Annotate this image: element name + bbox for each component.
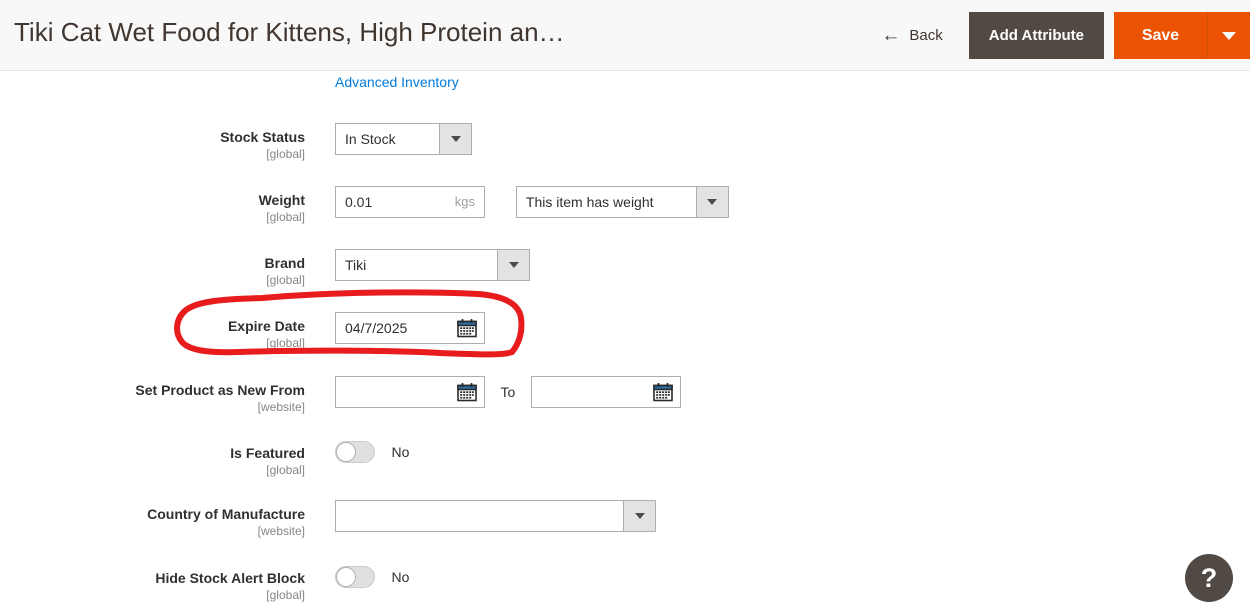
- help-button[interactable]: ?: [1185, 554, 1233, 602]
- field-scope-country-of-manufacture: [website]: [257, 524, 305, 538]
- new-from-date-input-group: [335, 376, 485, 408]
- arrow-left-icon: ←: [881, 25, 901, 46]
- country-of-manufacture-select[interactable]: [335, 500, 656, 532]
- stock-status-value: In Stock: [345, 131, 396, 147]
- brand-value: Tiki: [345, 257, 367, 273]
- back-button-label: Back: [909, 27, 943, 44]
- field-label-brand: Brand: [264, 255, 305, 271]
- brand-select[interactable]: Tiki: [335, 249, 530, 281]
- country-of-manufacture-value: [336, 501, 623, 531]
- weight-input[interactable]: [335, 186, 485, 218]
- save-dropdown-toggle[interactable]: [1208, 12, 1250, 59]
- hide-stock-alert-block-toggle-value: No: [391, 569, 410, 585]
- is-featured-toggle[interactable]: [335, 441, 375, 463]
- add-attribute-button[interactable]: Add Attribute: [968, 12, 1104, 59]
- field-label-is-featured: Is Featured: [230, 445, 305, 461]
- field-label-weight: Weight: [258, 192, 305, 208]
- stock-status-select[interactable]: In Stock: [335, 123, 472, 155]
- new-to-date-input-group: [530, 376, 681, 408]
- chevron-down-icon: [634, 513, 645, 519]
- weight-input-group: kgs: [335, 186, 485, 218]
- calendar-icon[interactable]: [457, 382, 477, 402]
- weight-type-value: This item has weight: [525, 194, 654, 210]
- field-scope-is-featured: [global]: [266, 463, 305, 477]
- calendar-icon[interactable]: [652, 382, 673, 402]
- weight-type-dropdown-toggle[interactable]: [695, 187, 728, 217]
- advanced-inventory-link[interactable]: Advanced Inventory: [335, 74, 459, 90]
- page-header: Tiki Cat Wet Food for Kittens, High Prot…: [0, 0, 1250, 71]
- calendar-icon[interactable]: [457, 318, 477, 338]
- product-attributes-form: Advanced Inventory Stock Status [global]…: [0, 71, 1250, 612]
- field-scope-weight: [global]: [266, 210, 305, 224]
- weight-type-select[interactable]: This item has weight: [515, 186, 729, 218]
- field-label-expire-date: Expire Date: [227, 318, 305, 334]
- field-scope-expire-date: [global]: [266, 336, 305, 350]
- page-title: Tiki Cat Wet Food for Kittens, High Prot…: [14, 17, 565, 47]
- date-range-to-label: To: [500, 384, 516, 400]
- chevron-down-icon: [1222, 31, 1236, 40]
- expire-date-input-group: [335, 312, 485, 344]
- question-mark-icon: ?: [1200, 562, 1218, 593]
- field-label-country-of-manufacture: Country of Manufacture: [147, 506, 305, 522]
- chevron-down-icon: [450, 136, 461, 142]
- toggle-knob: [336, 442, 356, 462]
- save-split-button: Save: [1114, 12, 1250, 59]
- chevron-down-icon: [707, 199, 718, 205]
- is-featured-toggle-value: No: [391, 444, 410, 460]
- brand-dropdown-toggle[interactable]: [497, 250, 529, 280]
- save-button[interactable]: Save: [1114, 12, 1208, 59]
- field-label-stock-status: Stock Status: [220, 129, 305, 145]
- hide-stock-alert-block-toggle[interactable]: [335, 566, 375, 588]
- field-scope-hide-stock-alert-block: [global]: [266, 588, 305, 602]
- field-label-set-product-as-new: Set Product as New From: [135, 382, 305, 398]
- field-scope-set-product-as-new: [website]: [257, 400, 305, 414]
- header-actions: ← Back Add Attribute Save: [877, 0, 1250, 71]
- toggle-knob: [336, 567, 356, 587]
- country-of-manufacture-dropdown-toggle[interactable]: [623, 501, 655, 531]
- field-scope-brand: [global]: [266, 273, 305, 287]
- back-button[interactable]: ← Back: [877, 20, 946, 51]
- field-label-hide-stock-alert-block: Hide Stock Alert Block: [155, 570, 305, 586]
- field-scope-stock-status: [global]: [266, 147, 305, 161]
- stock-status-dropdown-toggle[interactable]: [439, 124, 471, 154]
- chevron-down-icon: [508, 262, 519, 268]
